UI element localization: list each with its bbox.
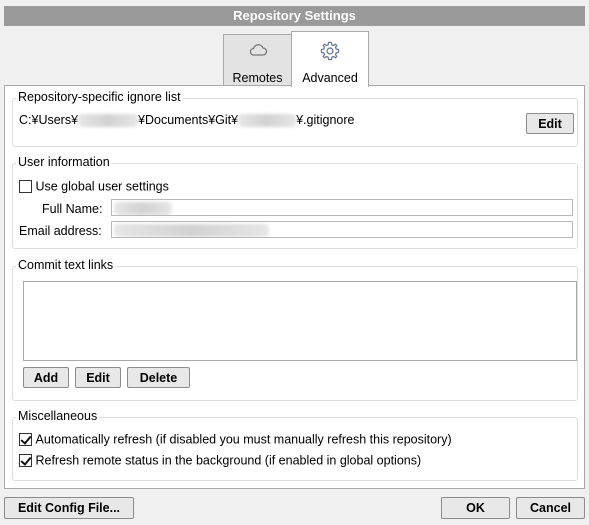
- ignore-list-title: Repository-specific ignore list: [16, 90, 183, 104]
- auto-refresh-row: Automatically refresh (if disabled you m…: [19, 432, 452, 447]
- path-mid: ¥Documents¥Git¥: [138, 113, 239, 127]
- ok-button[interactable]: OK: [441, 497, 510, 519]
- edit-config-button[interactable]: Edit Config File...: [4, 497, 134, 519]
- advanced-panel: Repository-specific ignore list C:¥Users…: [4, 85, 585, 489]
- email-field[interactable]: [111, 221, 573, 238]
- full-name-field[interactable]: [111, 199, 573, 216]
- misc-group: Miscellaneous Automatically refresh (if …: [12, 409, 578, 481]
- misc-title: Miscellaneous: [16, 409, 100, 423]
- edit-link-button[interactable]: Edit: [75, 367, 121, 388]
- email-label: Email address:: [19, 224, 102, 238]
- remote-status-checkbox[interactable]: [19, 454, 32, 468]
- tab-advanced-label: Advanced: [302, 71, 358, 85]
- path-suffix: ¥.gitignore: [296, 113, 355, 127]
- commit-links-title: Commit text links: [16, 258, 116, 272]
- gear-icon: [292, 40, 368, 62]
- redacted-full-name: [114, 201, 172, 215]
- auto-refresh-label: Automatically refresh (if disabled you m…: [35, 432, 452, 447]
- commit-links-list[interactable]: [23, 281, 577, 361]
- redacted-username: [78, 114, 139, 128]
- cloud-icon: [224, 43, 291, 65]
- redacted-repo-name: [238, 114, 297, 128]
- commit-links-group: Commit text links Add Edit Delete: [12, 258, 578, 401]
- redacted-email: [114, 223, 269, 237]
- path-prefix: C:¥Users¥: [19, 113, 79, 127]
- cancel-button[interactable]: Cancel: [516, 497, 585, 519]
- use-global-row: Use global user settings: [19, 179, 169, 194]
- ignore-list-group: Repository-specific ignore list C:¥Users…: [12, 90, 578, 147]
- remote-status-label: Refresh remote status in the background …: [35, 453, 422, 468]
- add-link-button[interactable]: Add: [23, 367, 69, 388]
- gitignore-path: C:¥Users¥ ¥Documents¥Git¥ ¥.gitignore: [19, 113, 355, 128]
- auto-refresh-checkbox[interactable]: [19, 433, 32, 447]
- remote-status-row: Refresh remote status in the background …: [19, 453, 421, 468]
- full-name-label: Full Name:: [42, 202, 103, 216]
- delete-link-button[interactable]: Delete: [127, 367, 190, 388]
- tab-remotes[interactable]: Remotes: [223, 34, 292, 86]
- tab-advanced[interactable]: Advanced: [291, 31, 369, 87]
- use-global-label: Use global user settings: [35, 179, 169, 194]
- use-global-checkbox[interactable]: [19, 180, 32, 194]
- user-info-title: User information: [16, 155, 112, 169]
- dialog-title: Repository Settings: [4, 6, 585, 26]
- tab-remotes-label: Remotes: [232, 71, 283, 85]
- edit-ignore-button[interactable]: Edit: [526, 113, 574, 134]
- user-info-group: User information Use global user setting…: [12, 155, 578, 249]
